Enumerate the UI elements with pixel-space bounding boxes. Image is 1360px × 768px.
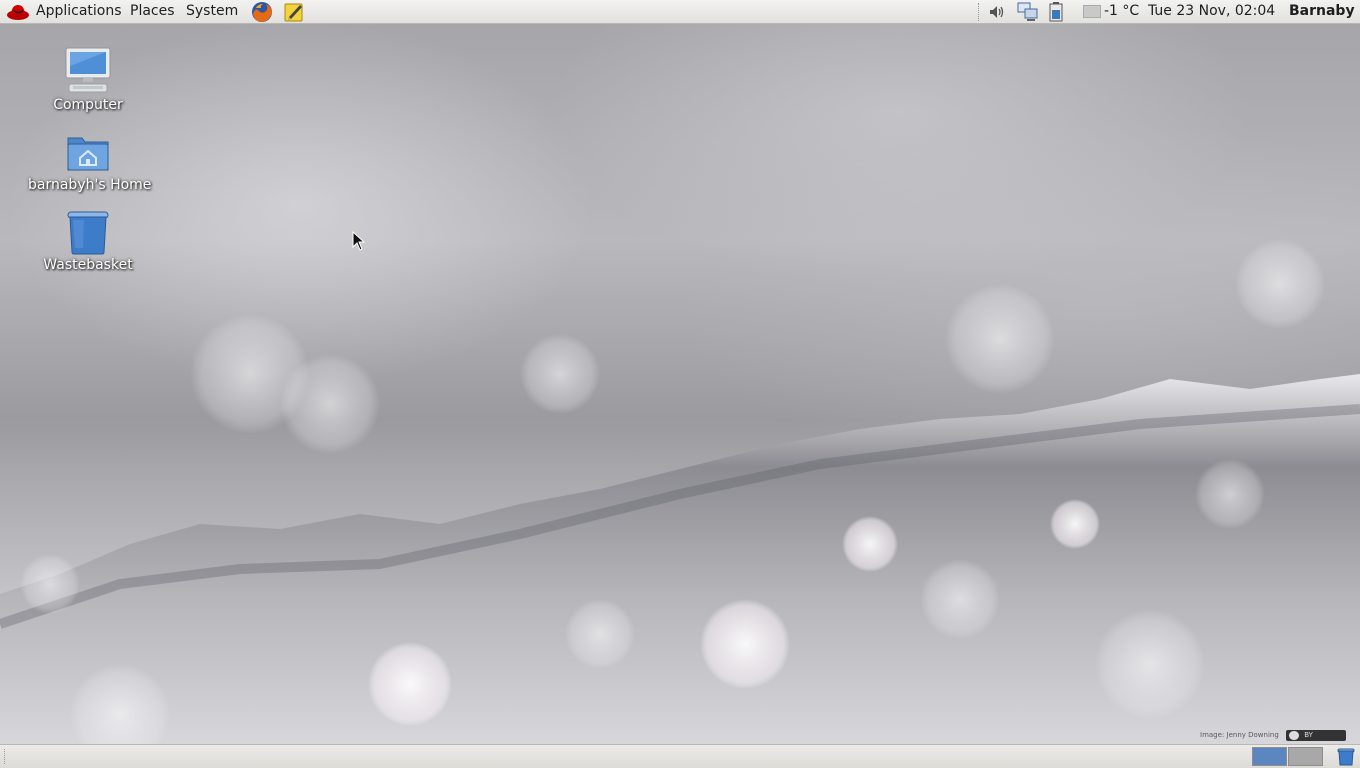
desktop-icon-home[interactable]: barnabyh's Home <box>28 128 152 193</box>
license-badge-text: BY <box>1304 731 1313 739</box>
battery-icon[interactable] <box>1049 2 1063 26</box>
desktop-icon-label: Computer <box>53 97 123 113</box>
trash-applet-icon[interactable] <box>1336 747 1356 768</box>
desktop-screen: Applications Places System -1 °C Tue 23 … <box>0 0 1360 768</box>
wastebasket-icon <box>28 208 148 256</box>
desktop-icon-wastebasket[interactable]: Wastebasket <box>28 208 148 273</box>
creative-commons-icon <box>1289 730 1299 740</box>
workspace-2[interactable] <box>1288 747 1323 766</box>
user-switcher[interactable]: Barnaby <box>1289 0 1355 23</box>
desktop-icon-label: barnabyh's Home <box>28 177 152 193</box>
clock[interactable]: Tue 23 Nov, 02:04 <box>1148 0 1275 23</box>
workspace-1[interactable] <box>1252 747 1287 766</box>
firefox-icon[interactable] <box>250 0 274 28</box>
redhat-logo-icon[interactable] <box>6 2 30 26</box>
network-icon[interactable] <box>1016 2 1040 26</box>
weather-icon[interactable] <box>1083 5 1101 18</box>
license-badge: BY <box>1286 730 1346 741</box>
places-menu[interactable]: Places <box>128 0 177 23</box>
desktop-icon-computer[interactable]: Computer <box>28 46 148 113</box>
wallpaper-art <box>0 239 1360 744</box>
bottom-panel <box>0 744 1360 768</box>
desktop-icon-label: Wastebasket <box>43 257 133 273</box>
panel-separator <box>978 3 981 21</box>
wallpaper-credit: Image: Jenny Downing <box>1200 731 1279 739</box>
computer-icon <box>28 46 148 96</box>
wallpaper <box>0 24 1360 744</box>
volume-icon[interactable] <box>988 3 1006 25</box>
panel-handle[interactable] <box>4 749 7 764</box>
system-menu[interactable]: System <box>184 0 240 23</box>
text-editor-icon[interactable] <box>283 1 305 27</box>
home-folder-icon <box>28 128 148 176</box>
weather-temperature[interactable]: -1 °C <box>1104 0 1139 23</box>
top-panel: Applications Places System -1 °C Tue 23 … <box>0 0 1360 24</box>
mouse-cursor-icon <box>352 230 366 255</box>
applications-menu[interactable]: Applications <box>34 0 124 23</box>
